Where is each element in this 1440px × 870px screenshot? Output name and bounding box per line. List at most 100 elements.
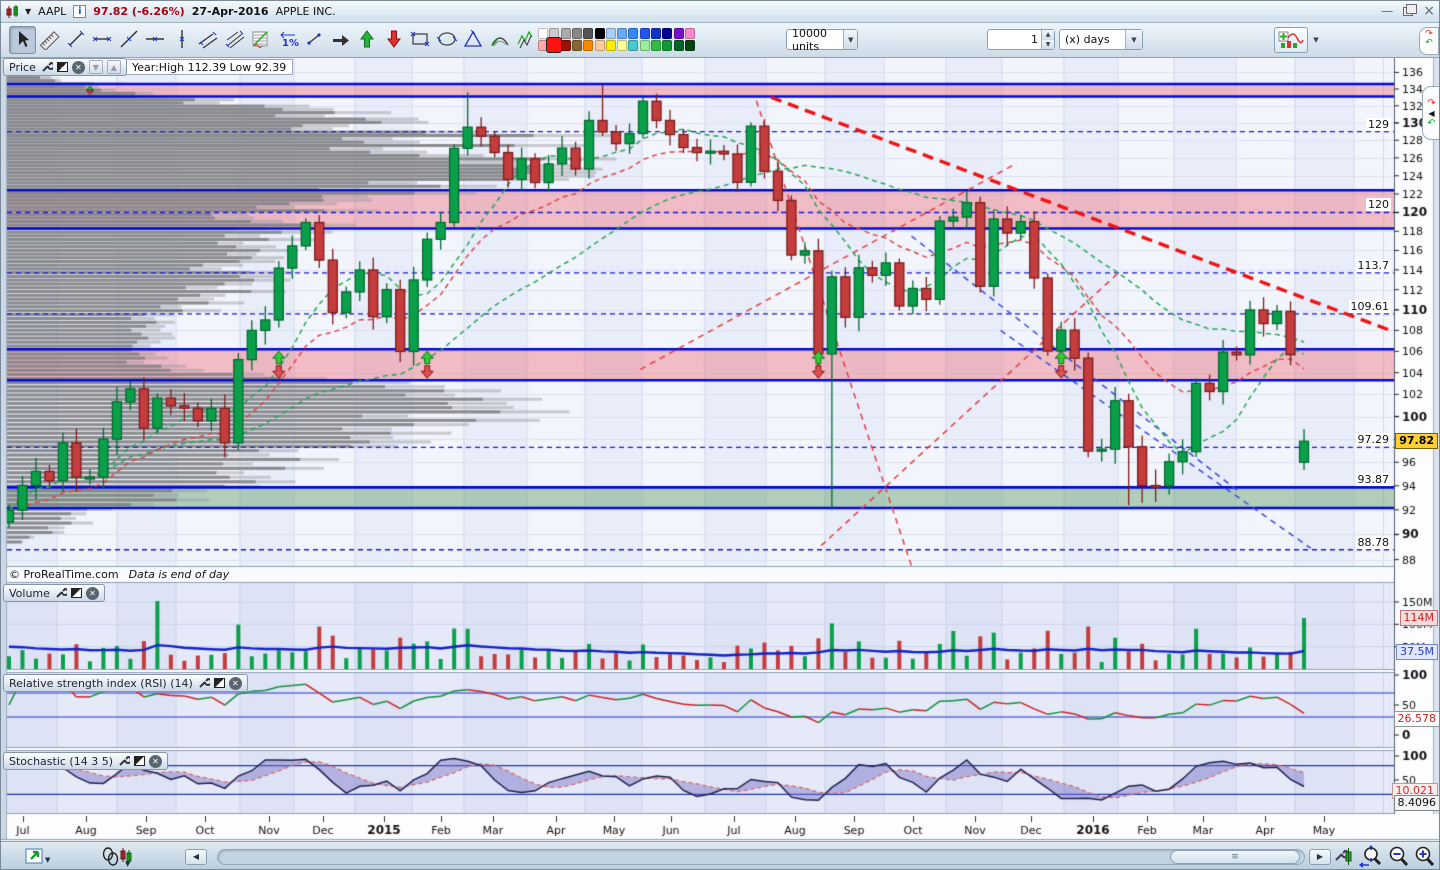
color-swatch[interactable] bbox=[662, 40, 673, 51]
tool-arrow-right-button[interactable] bbox=[327, 26, 354, 54]
wrench-icon[interactable] bbox=[197, 677, 210, 690]
color-swatch[interactable] bbox=[594, 40, 605, 51]
scrollbar-track[interactable]: ≡ bbox=[217, 849, 1305, 865]
current-price-badge: 97.82 bbox=[1395, 433, 1438, 450]
scroll-left-button[interactable]: ◀ bbox=[185, 849, 207, 865]
stochastic-panel-header: Stochastic (14 3 5) ✕ bbox=[3, 752, 169, 770]
color-swatch[interactable] bbox=[583, 28, 594, 39]
chart-canvas[interactable] bbox=[1, 58, 1439, 841]
restore-button[interactable] bbox=[1403, 3, 1418, 16]
tool-arrow-up-button[interactable] bbox=[354, 26, 381, 54]
wrench-icon[interactable] bbox=[54, 587, 67, 600]
tool-rectangle-button[interactable] bbox=[407, 26, 434, 54]
color-swatch-selected[interactable] bbox=[546, 37, 563, 53]
color-swatch[interactable] bbox=[651, 28, 661, 39]
minimize-button[interactable]: — bbox=[1381, 4, 1393, 18]
symbol-dropdown-caret[interactable]: ▼ bbox=[25, 7, 31, 16]
color-swatch[interactable] bbox=[571, 40, 582, 51]
chevron-down-icon[interactable]: ▼ bbox=[843, 30, 857, 49]
prorealtime-window: ▼ AAPL i 97.82 (-6.26%) 27-Apr-2016 APPL… bbox=[0, 0, 1440, 870]
open-window-button[interactable]: ▼ bbox=[25, 845, 55, 869]
tool-ruler-button[interactable] bbox=[36, 26, 63, 54]
color-swatch[interactable] bbox=[560, 40, 571, 51]
add-indicator-button[interactable] bbox=[1274, 27, 1308, 53]
wrench-icon[interactable] bbox=[40, 61, 53, 74]
zoom-drag-button[interactable] bbox=[1359, 845, 1385, 869]
info-icon[interactable]: i bbox=[73, 5, 87, 18]
red-curl-arrow-icon: ↷ bbox=[1427, 97, 1436, 109]
detach-window-icon[interactable] bbox=[56, 62, 68, 72]
tool-elliott-waves-button[interactable] bbox=[513, 26, 540, 54]
color-swatch[interactable] bbox=[560, 28, 571, 39]
detach-window-icon[interactable] bbox=[70, 588, 82, 598]
tool-percent-change-button[interactable]: 1% bbox=[274, 26, 301, 54]
color-swatch[interactable] bbox=[639, 40, 650, 51]
spinner-buttons[interactable]: ▲ ▼ bbox=[1041, 30, 1054, 49]
color-swatch[interactable] bbox=[628, 28, 639, 39]
color-swatch[interactable] bbox=[662, 28, 673, 39]
compare-symbols-button[interactable]: ▼ bbox=[101, 845, 135, 869]
indicator-dropdown-caret[interactable]: ▼ bbox=[1309, 32, 1323, 48]
color-swatch[interactable] bbox=[605, 28, 616, 39]
collapse-panel-tab[interactable]: ↷ ↶ bbox=[1419, 27, 1439, 55]
rsi-panel-title: Relative strength index (RSI) (14) bbox=[9, 676, 193, 690]
price-panel-title: Price bbox=[9, 60, 36, 74]
candle-settings-button[interactable] bbox=[1333, 845, 1355, 869]
detach-window-icon[interactable] bbox=[213, 678, 225, 688]
collapse-sidebar-tab[interactable]: ↷ ◀ ↶ bbox=[1422, 86, 1439, 140]
copyright-label: © ProRealTime.com Data is end of day bbox=[9, 568, 230, 581]
color-swatch[interactable] bbox=[583, 40, 594, 51]
tool-channel-button[interactable] bbox=[195, 26, 222, 54]
scrollbar-thumb[interactable]: ≡ bbox=[1170, 850, 1300, 864]
wrench-icon[interactable] bbox=[117, 755, 131, 768]
tool-horizontal-line-button[interactable] bbox=[142, 26, 169, 54]
volume-panel-header: Volume ✕ bbox=[3, 584, 105, 602]
tool-triangle-button[interactable] bbox=[460, 26, 487, 54]
color-swatch[interactable] bbox=[605, 40, 616, 51]
color-swatch[interactable] bbox=[639, 28, 650, 39]
move-down-icon[interactable]: ▼ bbox=[88, 60, 103, 74]
close-icon[interactable]: ✕ bbox=[149, 754, 163, 768]
tool-select-button[interactable] bbox=[9, 26, 36, 54]
tool-trend-line-button[interactable] bbox=[115, 26, 142, 54]
color-swatch[interactable] bbox=[673, 40, 684, 51]
move-up-icon[interactable]: ▲ bbox=[106, 60, 121, 74]
zoom-out-button[interactable] bbox=[1387, 845, 1411, 869]
tool-short-line-button[interactable] bbox=[301, 26, 328, 54]
bars-count-input[interactable]: 1 ▲ ▼ bbox=[987, 29, 1055, 50]
tool-arrow-down-button[interactable] bbox=[380, 26, 407, 54]
chevron-down-icon[interactable]: ▼ bbox=[1125, 30, 1142, 49]
rectangle-icon bbox=[409, 28, 431, 53]
color-swatch[interactable] bbox=[673, 28, 684, 39]
close-button[interactable]: × bbox=[1423, 3, 1435, 19]
tool-ellipse-button[interactable] bbox=[433, 26, 460, 54]
units-select[interactable]: 10000 units ▼ bbox=[786, 27, 858, 53]
color-swatch[interactable] bbox=[651, 40, 661, 51]
tool-fibonacci-button[interactable] bbox=[248, 26, 275, 54]
close-icon[interactable]: ✕ bbox=[85, 586, 99, 600]
stochastic-k-badge: 8.4096 bbox=[1393, 794, 1439, 811]
color-swatch[interactable] bbox=[684, 28, 695, 39]
color-swatch[interactable] bbox=[617, 28, 628, 39]
bottom-toolbar: ▼ ▼ ◀ ≡ ▶ bbox=[1, 841, 1439, 869]
color-swatch[interactable] bbox=[628, 40, 639, 51]
tool-vertical-line-button[interactable] bbox=[168, 26, 195, 54]
color-swatch[interactable] bbox=[571, 28, 582, 39]
company-name: APPLE INC. bbox=[275, 5, 336, 18]
scroll-right-button[interactable]: ▶ bbox=[1309, 849, 1331, 865]
color-swatch[interactable] bbox=[594, 28, 605, 39]
color-swatch[interactable] bbox=[684, 40, 695, 51]
detach-window-icon[interactable] bbox=[134, 756, 146, 766]
tool-arc-button[interactable] bbox=[486, 26, 513, 54]
tool-segment-button[interactable] bbox=[62, 26, 89, 54]
color-swatch[interactable] bbox=[617, 40, 628, 51]
symbol-label: AAPL bbox=[38, 5, 67, 18]
close-icon[interactable]: ✕ bbox=[71, 60, 85, 74]
tool-pitchfork-button[interactable] bbox=[221, 26, 248, 54]
zoom-in-button[interactable] bbox=[1413, 845, 1437, 869]
rsi-panel-header: Relative strength index (RSI) (14) ✕ bbox=[3, 674, 248, 692]
tool-horizontal-segment-button[interactable] bbox=[89, 26, 116, 54]
level-label: 129 bbox=[1366, 117, 1391, 131]
close-icon[interactable]: ✕ bbox=[228, 676, 242, 690]
period-select[interactable]: (x) days ▼ bbox=[1059, 29, 1143, 50]
